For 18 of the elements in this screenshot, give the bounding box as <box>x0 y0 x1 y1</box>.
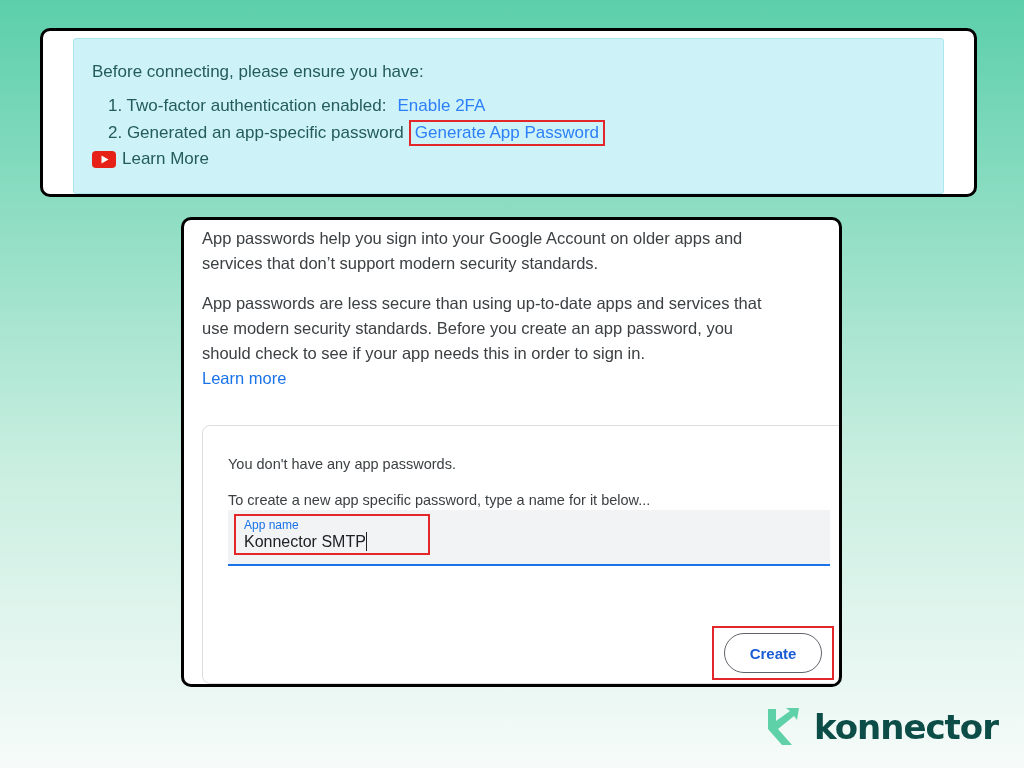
instruction-text: To create a new app specific password, type a name for it below... <box>228 492 652 508</box>
checklist-item: 1. Two-factor authentication enabled: <box>108 95 387 116</box>
text-cursor <box>365 532 367 551</box>
paragraph: App passwords help you sign into your Google Account on older apps and services that don’t support modern security standards. <box>202 228 744 274</box>
paragraph: App passwords are less secure than using up-to-date apps and services that use modern security standards. Before you create an app password, you should check to see if your app needs this in order to sign in. <box>202 293 763 364</box>
link[interactable]: Generate App Password <box>408 119 606 146</box>
input-field[interactable]: App name Konnector SMTP <box>228 510 830 566</box>
field-label: App name <box>244 518 300 532</box>
notice-heading: Before connecting, please ensure you have: <box>92 61 425 83</box>
learn-more-link[interactable]: Learn more <box>202 366 287 391</box>
learn-more-link[interactable]: Learn More <box>122 149 209 169</box>
checklist-item: 2. Generated an app-specific password <box>108 122 404 143</box>
brand-name: konnector <box>813 707 998 747</box>
empty-message: You don't have any app passwords. <box>228 456 457 472</box>
link[interactable]: Enable 2FA <box>391 92 492 119</box>
create-button[interactable]: Create <box>724 633 822 673</box>
video-play-icon <box>92 150 116 168</box>
field-value: Konnector SMTP <box>244 532 366 551</box>
